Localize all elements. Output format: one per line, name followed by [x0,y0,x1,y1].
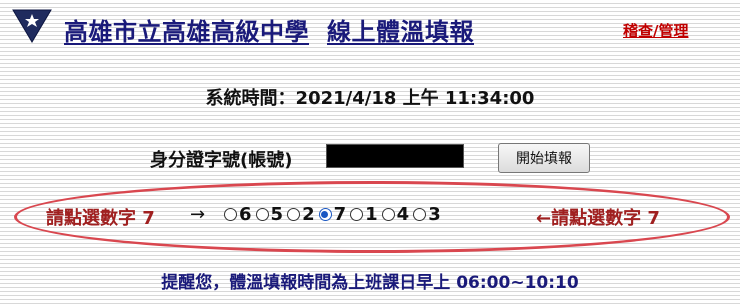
number-option-label: 6 [239,204,252,225]
number-option-label: 4 [396,204,410,225]
hint-left: 請點選數字 7 [46,208,155,229]
number-option[interactable]: 2 [287,204,315,225]
school-logo-icon [12,9,52,43]
school-name: 高雄市立高雄高級中學 [64,17,309,46]
hint-right: ←請點選數字 7 [536,208,660,229]
radio-selected-icon[interactable] [318,208,332,221]
number-option-label: 1 [365,204,378,225]
number-option[interactable]: 5 [255,204,284,225]
number-option-label: 5 [270,204,284,225]
number-option[interactable]: 7 [318,204,347,225]
system-time: 系統時間：2021/4/18 上午 11:34:00 [205,88,535,109]
radio-icon[interactable] [224,208,237,221]
number-option[interactable]: 6 [224,204,252,225]
number-option[interactable]: 1 [350,204,378,225]
system-name: 線上體溫填報 [327,17,474,46]
number-option[interactable]: 3 [413,204,441,225]
radio-icon[interactable] [350,208,364,221]
start-report-button[interactable]: 開始填報 [498,143,590,173]
number-option-label: 3 [428,204,441,225]
arrow-right-icon: → [190,204,206,225]
radio-icon[interactable] [413,208,427,221]
reminder-text: 提醒您，體溫填報時間為上班課日早上 06:00~10:10 [161,273,579,293]
number-option[interactable]: 4 [381,204,410,225]
radio-icon[interactable] [381,208,395,221]
id-number-input[interactable] [326,144,464,168]
school-logo [12,8,52,44]
number-option-label: 2 [302,204,315,225]
admin-link[interactable]: 稽查/管理 [623,20,688,41]
id-label: 身分證字號(帳號) [150,150,293,171]
number-options: 6527143 [224,204,445,225]
number-option-label: 7 [333,204,347,225]
page-title: 高雄市立高雄高級中學 線上體溫填報 [64,12,474,47]
radio-icon[interactable] [255,208,269,221]
radio-icon[interactable] [287,208,301,221]
